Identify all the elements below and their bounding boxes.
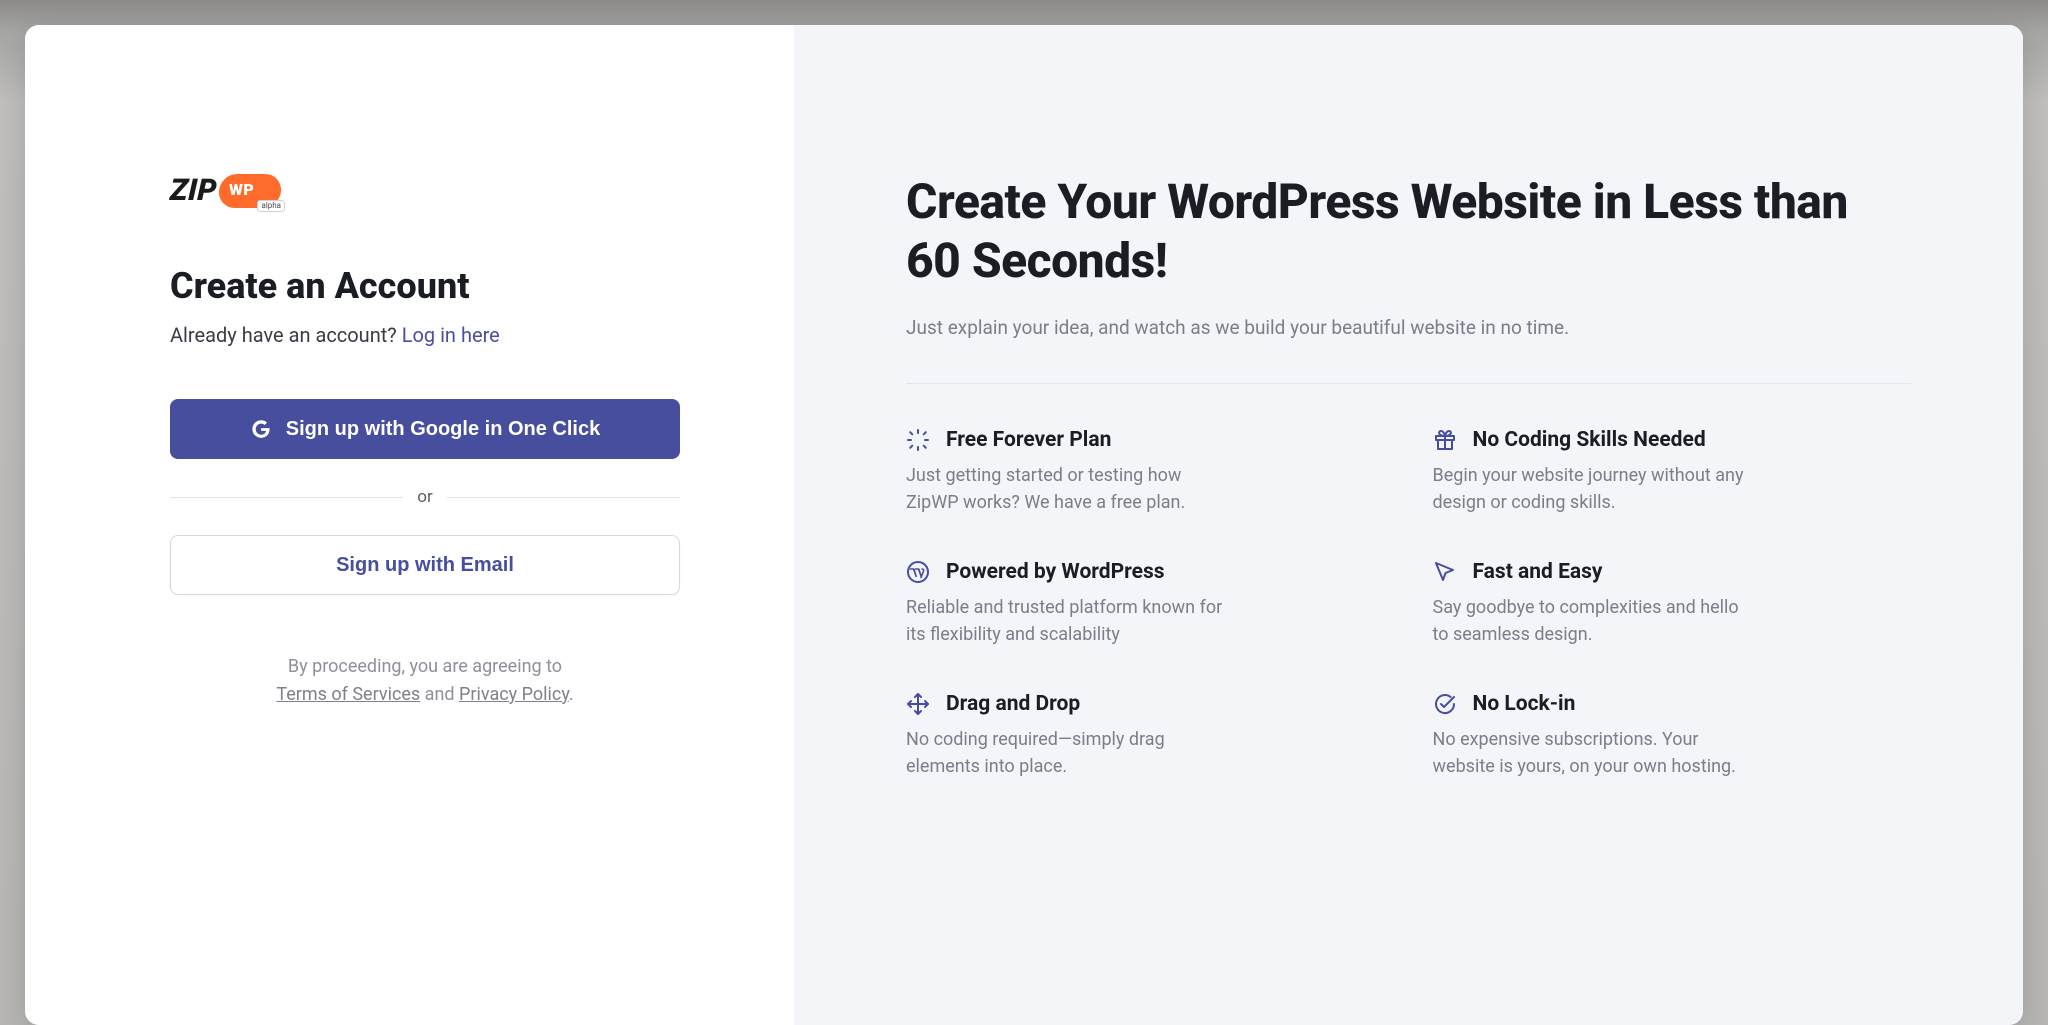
feature-title: No Coding Skills Needed <box>1473 428 1706 452</box>
feature-desc: Just getting started or testing how ZipW… <box>906 462 1226 516</box>
feature-fast-easy: Fast and Easy Say goodbye to complexitie… <box>1433 560 1912 648</box>
move-icon <box>906 692 930 716</box>
already-have-account: Already have an account? Log in here <box>170 323 682 347</box>
features-grid: Free Forever Plan Just getting started o… <box>906 428 1911 780</box>
wordpress-icon <box>906 560 930 584</box>
google-icon <box>250 418 272 440</box>
feature-wordpress: Powered by WordPress Reliable and truste… <box>906 560 1385 648</box>
left-pane: ZIP WP alpha Create an Account Already h… <box>25 25 794 1025</box>
signup-email-button[interactable]: Sign up with Email <box>170 535 680 595</box>
divider <box>906 383 1911 384</box>
page-title: Create an Account <box>170 265 682 307</box>
login-link[interactable]: Log in here <box>402 323 500 347</box>
feature-no-coding: No Coding Skills Needed Begin your websi… <box>1433 428 1912 516</box>
feature-desc: No expensive subscriptions. Your website… <box>1433 726 1753 780</box>
hero-subtitle: Just explain your idea, and watch as we … <box>906 316 1911 339</box>
feature-title: Powered by WordPress <box>946 560 1165 584</box>
feature-drag-drop: Drag and Drop No coding required—simply … <box>906 692 1385 780</box>
feature-title: Fast and Easy <box>1473 560 1603 584</box>
logo-text: ZIP <box>169 173 218 208</box>
signup-google-label: Sign up with Google in One Click <box>286 418 600 441</box>
feature-free-plan: Free Forever Plan Just getting started o… <box>906 428 1385 516</box>
feature-desc: Reliable and trusted platform known for … <box>906 594 1226 648</box>
zipwp-logo: ZIP WP alpha <box>170 170 281 210</box>
feature-title: No Lock-in <box>1473 692 1576 716</box>
privacy-link[interactable]: Privacy Policy <box>459 684 569 705</box>
feature-desc: No coding required—simply drag elements … <box>906 726 1226 780</box>
terms-link[interactable]: Terms of Services <box>276 684 420 705</box>
already-text: Already have an account? <box>170 323 402 347</box>
gift-icon <box>1433 428 1457 452</box>
feature-title: Drag and Drop <box>946 692 1080 716</box>
signup-google-button[interactable]: Sign up with Google in One Click <box>170 399 680 459</box>
pointer-icon <box>1433 560 1457 584</box>
feature-desc: Begin your website journey without any d… <box>1433 462 1753 516</box>
signup-card: ZIP WP alpha Create an Account Already h… <box>25 25 2023 1025</box>
legal-text: By proceeding, you are agreeing to Terms… <box>170 653 680 709</box>
feature-desc: Say goodbye to complexities and hello to… <box>1433 594 1753 648</box>
right-pane: Create Your WordPress Website in Less th… <box>794 25 2023 1025</box>
check-icon <box>1433 692 1457 716</box>
feature-no-lockin: No Lock-in No expensive subscriptions. Y… <box>1433 692 1912 780</box>
logo-pill: WP alpha <box>219 170 281 210</box>
or-label: or <box>417 487 432 507</box>
or-separator: or <box>170 487 680 507</box>
hero-title: Create Your WordPress Website in Less th… <box>906 173 1911 290</box>
feature-title: Free Forever Plan <box>946 428 1111 452</box>
sparkle-icon <box>906 428 930 452</box>
